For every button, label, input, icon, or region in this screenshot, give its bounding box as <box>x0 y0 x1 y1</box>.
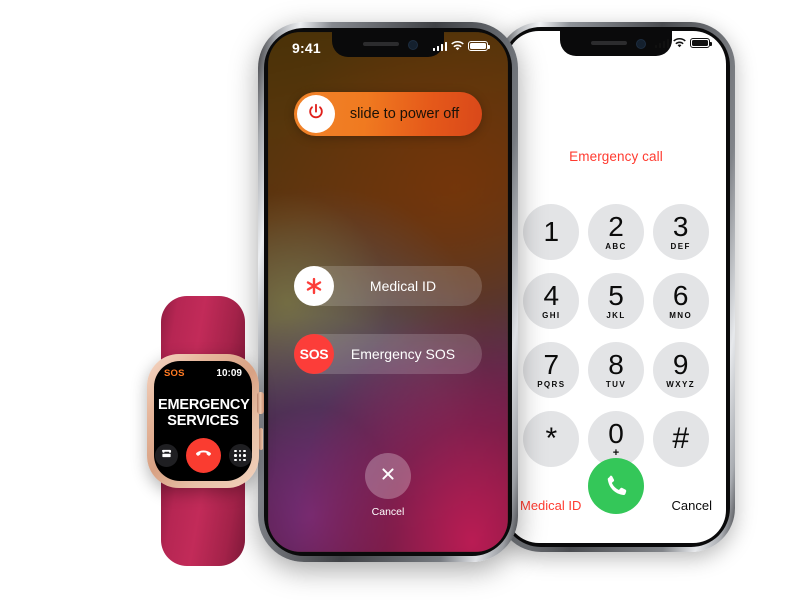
wifi-icon <box>451 41 464 51</box>
key-letters: PQRS <box>537 380 566 389</box>
key-digit: 8 <box>608 349 624 380</box>
key-letters: ABC <box>605 242 627 251</box>
medical-id-link[interactable]: Medical ID <box>520 498 581 513</box>
key-letters: + <box>612 446 620 459</box>
phone-left-status-icons <box>432 41 490 51</box>
status-bar-time: 9:41 <box>292 40 321 56</box>
close-x-icon <box>378 464 398 489</box>
keypad-key-6[interactable]: 6 MNO <box>652 273 709 329</box>
key-letters: TUV <box>605 380 627 389</box>
key-digit: 3 <box>672 211 689 242</box>
watch-title-line-1: EMERGENCY <box>158 397 250 413</box>
front-camera-icon <box>636 39 646 49</box>
key-letters: DEF <box>670 242 691 251</box>
key-letters: WXYZ <box>666 380 696 389</box>
key-letters: GHI <box>542 311 561 320</box>
keypad-key-5[interactable]: 5 JKL <box>587 273 644 329</box>
cancel-link[interactable]: Cancel <box>672 498 712 513</box>
keypad-key-9[interactable]: 9 WXYZ <box>652 342 709 398</box>
watch-title-line-2: SERVICES <box>167 412 239 429</box>
watch-sos-indicator: SOS <box>164 368 185 379</box>
keypad-grid-icon <box>234 449 246 462</box>
keypad-key-asterisk[interactable]: * <box>523 411 580 467</box>
key-digit: * <box>545 422 558 455</box>
key-digit: 6 <box>672 280 689 311</box>
keypad-key-2[interactable]: 2 ABC <box>587 204 644 260</box>
iphone-emergency-call-device: Emergency call 1 2 ABC 3 DEF 4 GHI 5 JKL… <box>497 22 735 552</box>
phone-right-footer: Medical ID Cancel <box>520 498 712 513</box>
earpiece-speaker-icon <box>591 41 627 45</box>
earpiece-speaker-icon <box>363 42 399 46</box>
keypad-key-8[interactable]: 8 TUV <box>587 342 644 398</box>
watch-side-button[interactable] <box>258 428 263 450</box>
medical-id-label: Medical ID <box>369 278 437 294</box>
watch-status-bar: SOS 10:09 <box>164 368 242 379</box>
phone-right-status-bar <box>654 38 712 48</box>
keypad-key-1[interactable]: 1 <box>523 204 580 260</box>
emergency-sos-pill[interactable]: SOS Emergency SOS <box>294 334 482 374</box>
power-slider-knob[interactable] <box>297 95 335 133</box>
phone-handset-icon <box>603 473 630 500</box>
key-digit: 5 <box>608 280 624 311</box>
cellular-bars-icon <box>432 41 447 51</box>
key-digit: 0 <box>608 417 624 449</box>
key-digit: 7 <box>543 349 560 380</box>
key-letters: JKL <box>606 311 626 320</box>
key-digit: 4 <box>543 280 560 311</box>
key-letters: MNO <box>669 311 693 320</box>
sos-badge-icon: SOS <box>294 334 334 374</box>
battery-icon <box>468 41 490 51</box>
scene-root: Emergency call 1 2 ABC 3 DEF 4 GHI 5 JKL… <box>0 0 800 600</box>
keypad-key-3[interactable]: 3 DEF <box>652 204 709 260</box>
watch-screen: SOS 10:09 EMERGENCY SERVICES <box>154 361 252 481</box>
watch-time: 10:09 <box>216 368 242 379</box>
key-digit: # <box>672 422 689 455</box>
key-digit: 2 <box>608 211 624 242</box>
medical-asterisk-icon <box>294 266 334 306</box>
key-digit: 9 <box>672 349 689 380</box>
key-digit: 1 <box>543 216 560 247</box>
emergency-call-header: Emergency call <box>569 149 663 164</box>
keypad-key-7[interactable]: 7 PQRS <box>523 342 580 398</box>
end-call-icon <box>194 444 213 468</box>
watch-speaker-button[interactable] <box>154 444 178 467</box>
keypad-key-4[interactable]: 4 GHI <box>523 273 580 329</box>
cancel-button[interactable] <box>365 453 411 499</box>
keypad-key-hash[interactable]: # <box>652 411 709 467</box>
digital-crown-icon[interactable] <box>257 392 264 414</box>
sos-badge-text: SOS <box>299 346 329 362</box>
phone-left-screen: 9:41 slide to power off Medical ID SOS E… <box>268 32 508 552</box>
watch-case: SOS 10:09 EMERGENCY SERVICES <box>147 354 264 488</box>
watch-end-call-button[interactable] <box>185 438 221 473</box>
dial-keypad[interactable]: 1 2 ABC 3 DEF 4 GHI 5 JKL 6 MNO 7 PQRS 8… <box>519 204 713 467</box>
slide-to-power-off-label: slide to power off <box>349 106 460 122</box>
apple-watch-device: SOS 10:09 EMERGENCY SERVICES <box>128 296 278 566</box>
slide-to-power-off-slider[interactable]: slide to power off <box>294 92 482 136</box>
watch-keypad-button[interactable] <box>228 444 252 467</box>
cellular-bars-icon <box>654 38 669 48</box>
medical-id-pill[interactable]: Medical ID <box>294 266 482 306</box>
emergency-sos-label: Emergency SOS <box>350 346 456 362</box>
watch-call-title: EMERGENCY SERVICES <box>158 397 250 429</box>
power-icon <box>306 102 326 127</box>
cancel-label: Cancel <box>371 506 405 518</box>
battery-icon <box>690 38 712 48</box>
watch-call-controls <box>154 438 252 473</box>
cancel-control[interactable]: Cancel <box>268 453 508 518</box>
telephone-handset-icon <box>160 447 173 465</box>
wifi-icon <box>673 38 686 48</box>
phone-left-notch <box>332 32 444 57</box>
phone-right-screen: Emergency call 1 2 ABC 3 DEF 4 GHI 5 JKL… <box>506 31 726 543</box>
front-camera-icon <box>408 40 418 50</box>
iphone-power-off-device: 9:41 slide to power off Medical ID SOS E… <box>258 22 518 562</box>
